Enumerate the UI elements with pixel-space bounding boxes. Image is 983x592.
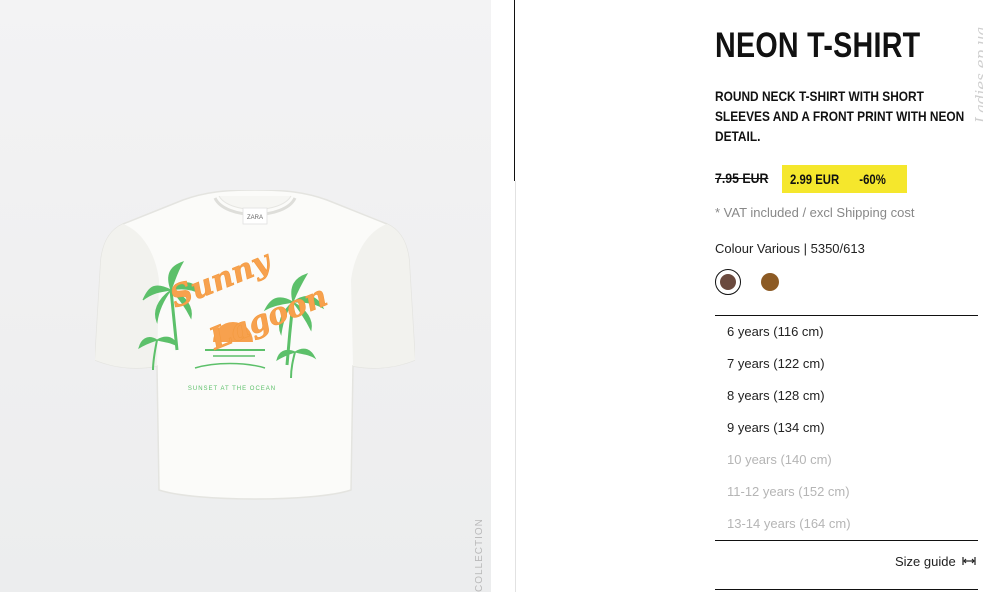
size-option-unavailable[interactable]: 10 years (140 cm) — [727, 452, 832, 467]
size-selector: 6 years (116 cm) 7 years (122 cm) 8 year… — [715, 315, 978, 541]
vat-note: * VAT included / excl Shipping cost — [715, 205, 915, 220]
product-title: NEON T-SHIRT — [715, 26, 921, 65]
print-subtext: SUNSET AT THE OCEAN — [188, 386, 276, 392]
size-option[interactable]: 6 years (116 cm) — [727, 324, 824, 339]
size-option-unavailable[interactable]: 11-12 years (152 cm) — [727, 484, 850, 499]
size-guide-link[interactable]: Size guide — [895, 554, 976, 569]
sale-price: 2.99 EUR — [790, 171, 840, 187]
size-option[interactable]: 7 years (122 cm) — [727, 356, 825, 371]
size-guide-label: Size guide — [895, 554, 956, 569]
divider — [514, 0, 515, 181]
colour-swatch-brown-selected[interactable] — [715, 269, 741, 295]
product-description: ROUND NECK T-SHIRT WITH SHORT SLEEVES AN… — [715, 88, 965, 144]
svg-text:ZARA: ZARA — [247, 215, 263, 221]
arrows-horizontal-icon — [962, 555, 976, 569]
old-price: 7.95 EUR — [715, 170, 769, 186]
size-option[interactable]: 8 years (128 cm) — [727, 388, 825, 403]
product-image[interactable]: ZARA Sunny Lagoon SUNSET AT THE OCEAN CO… — [0, 0, 491, 592]
discount-label: -60% — [859, 171, 886, 187]
tshirt-image: ZARA Sunny Lagoon SUNSET AT THE OCEAN — [95, 190, 415, 500]
size-option-unavailable[interactable]: 13-14 years (164 cm) — [727, 516, 851, 531]
colour-reference: Colour Various | 5350/613 — [715, 241, 865, 256]
sale-badge: 2.99 EUR -60% — [782, 165, 907, 193]
size-option[interactable]: 9 years (134 cm) — [727, 420, 825, 435]
divider — [715, 589, 978, 590]
colour-swatch-tan[interactable] — [757, 269, 783, 295]
divider — [515, 181, 516, 592]
collection-label: COLLECTION — [474, 518, 485, 592]
